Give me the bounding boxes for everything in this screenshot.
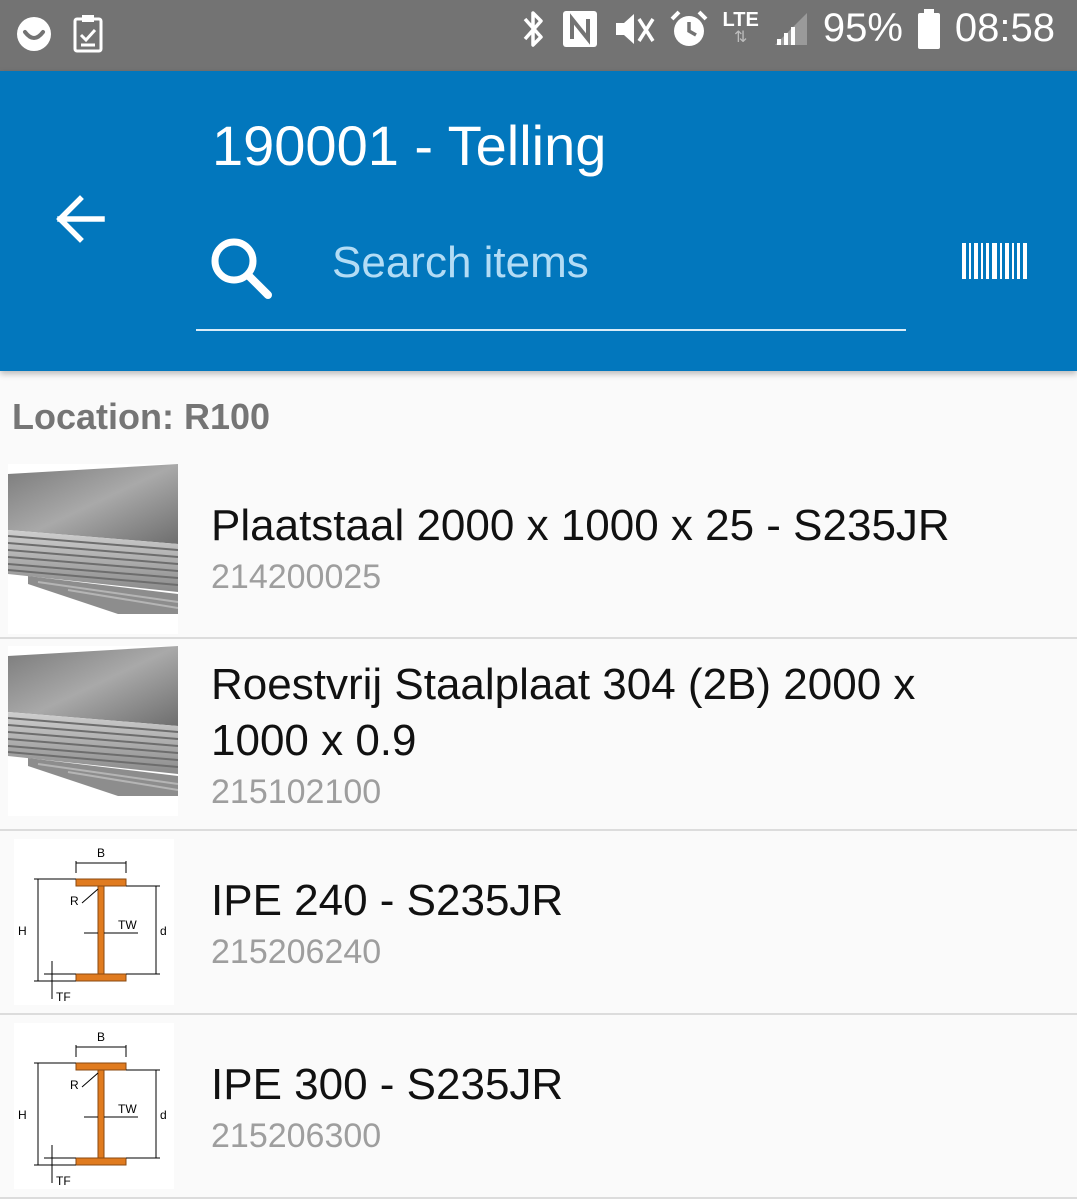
item-code: 214200025: [211, 558, 382, 596]
mute-icon: [613, 9, 655, 49]
status-bar: LTE ⇅ 95% 08:58: [0, 0, 1077, 71]
page-title: 190001 - Telling: [212, 114, 607, 177]
nfc-icon: [561, 9, 599, 49]
search-input[interactable]: [332, 233, 892, 293]
ipe-label-b: B: [97, 846, 105, 860]
search-bar: [196, 221, 906, 331]
battery-icon: [917, 8, 941, 50]
ipe-label-d: d: [160, 924, 167, 938]
item-name: IPE 300 - S235JR: [211, 1060, 564, 1109]
ipe-label-h: H: [18, 924, 27, 938]
bluetooth-icon: [521, 7, 547, 51]
ipe-label-r: R: [70, 894, 79, 908]
ipe-label-b: B: [97, 1030, 105, 1044]
list-item[interactable]: Plaatstaal 2000 x 1000 x 25 - S235JR 214…: [0, 456, 1077, 639]
item-list: Plaatstaal 2000 x 1000 x 25 - S235JR 214…: [0, 456, 1077, 1199]
item-name: IPE 240 - S235JR: [211, 876, 564, 925]
ipe-label-r: R: [70, 1078, 79, 1092]
arrow-back-icon: [52, 191, 108, 252]
task-check-icon: [72, 14, 104, 54]
signal-icon: [773, 11, 809, 47]
ipe-label-tf: TF: [56, 990, 71, 1004]
list-item[interactable]: B H R TW d TF: [0, 831, 1077, 1015]
barcode-icon: [960, 243, 1030, 285]
ipe-label-h: H: [18, 1108, 27, 1122]
item-code: 215206300: [211, 1117, 382, 1155]
search-icon[interactable]: [204, 231, 276, 303]
smiley-icon: [14, 14, 54, 54]
item-name: Roestvrij Staalplaat 304 (2B) 2000 x 100…: [211, 660, 916, 765]
back-button[interactable]: [40, 181, 120, 261]
lte-icon: LTE ⇅: [722, 8, 759, 46]
ipe-label-tf: TF: [56, 1174, 71, 1188]
list-item[interactable]: B H R TW d TF: [0, 1015, 1077, 1199]
barcode-scan-button[interactable]: [960, 241, 1030, 281]
item-name: Plaatstaal 2000 x 1000 x 25 - S235JR: [211, 501, 950, 550]
list-item[interactable]: Roestvrij Staalplaat 304 (2B) 2000 x 100…: [0, 639, 1077, 831]
app-bar: 190001 - Telling: [0, 71, 1077, 371]
item-code: 215102100: [211, 773, 382, 811]
steel-plate-image: [7, 645, 179, 821]
ipe-profile-diagram: B H R TW d TF: [14, 839, 174, 1010]
location-header: Location: R100: [12, 396, 271, 437]
steel-plate-image: [7, 463, 179, 639]
alarm-icon: [669, 9, 709, 49]
item-code: 215206240: [211, 933, 382, 971]
battery-percent: 95%: [822, 6, 903, 50]
ipe-label-tw: TW: [118, 918, 137, 932]
clock: 08:58: [954, 6, 1055, 50]
ipe-label-d: d: [160, 1108, 167, 1122]
ipe-profile-diagram: B H R TW d TF: [14, 1023, 174, 1194]
ipe-label-tw: TW: [118, 1102, 137, 1116]
